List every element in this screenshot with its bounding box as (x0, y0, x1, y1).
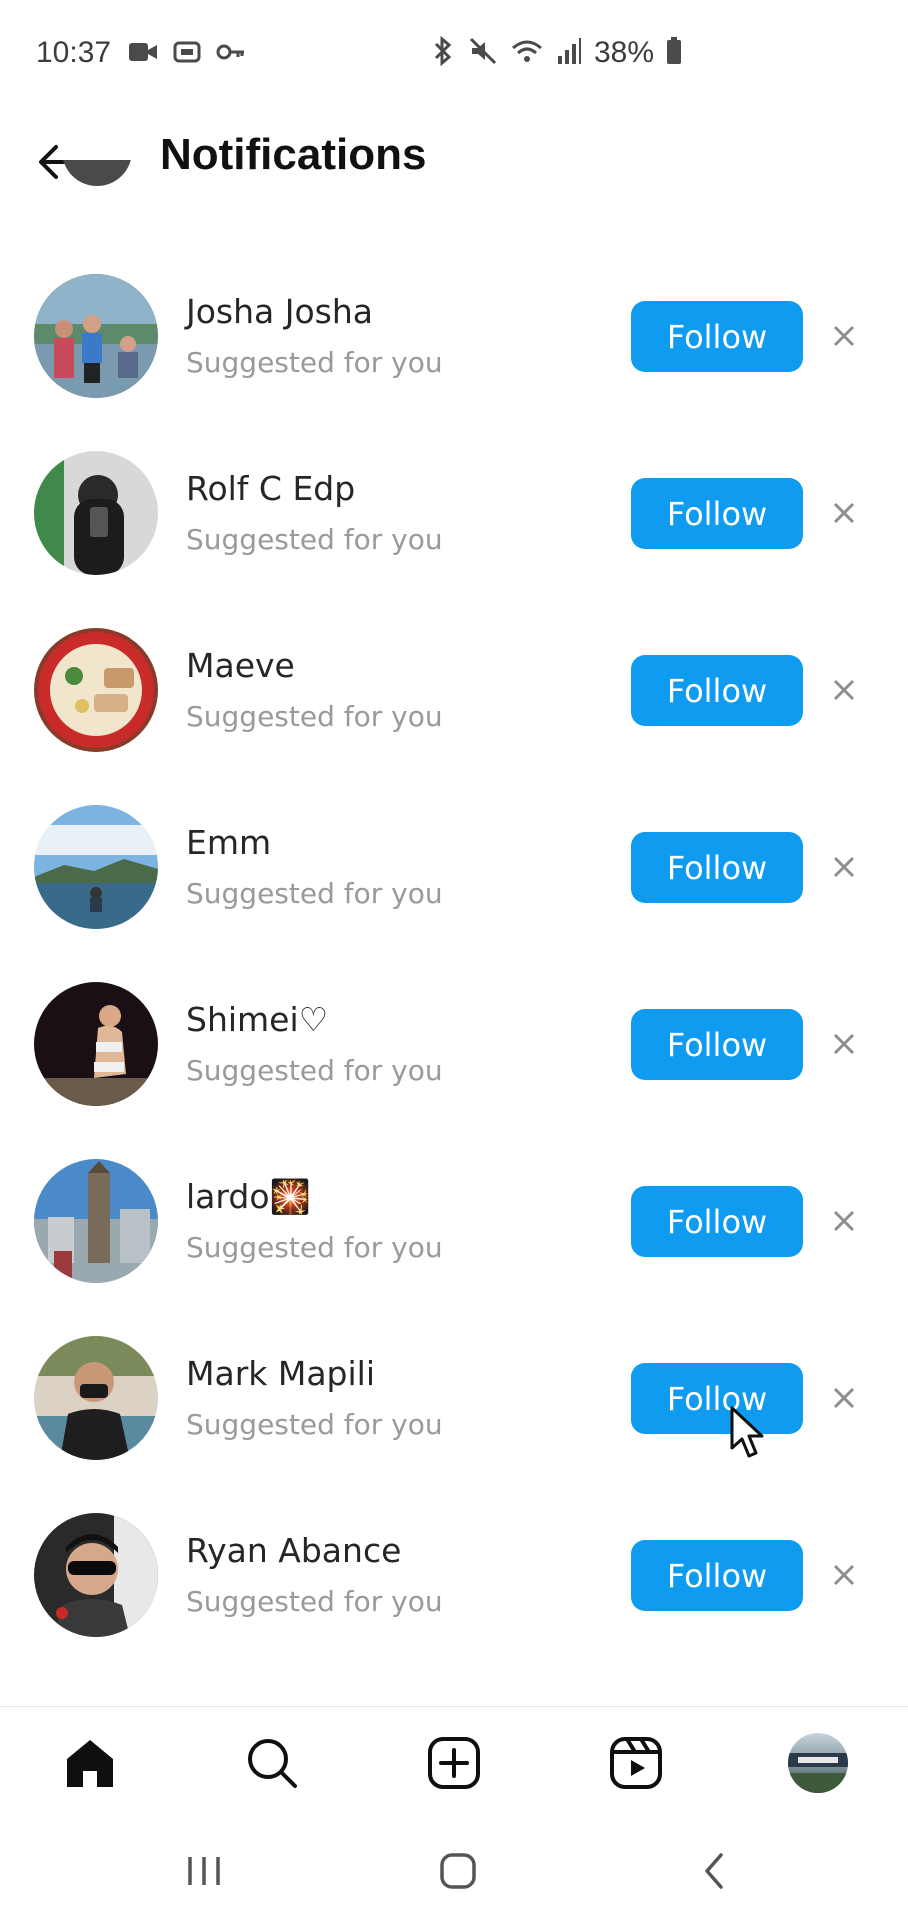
dismiss-button[interactable] (822, 1199, 866, 1243)
list-item[interactable]: Mark Mapili Suggested for you Follow (0, 1336, 908, 1513)
follow-button[interactable]: Follow (631, 1540, 803, 1611)
mouse-cursor-icon (728, 1406, 768, 1462)
avatar[interactable] (34, 451, 158, 575)
dismiss-button[interactable] (822, 491, 866, 535)
dismiss-button[interactable] (822, 1376, 866, 1420)
list-item[interactable]: Emm Suggested for you Follow (0, 805, 908, 982)
user-name: Emm (186, 823, 272, 862)
list-item[interactable]: Maeve Suggested for you Follow (0, 628, 908, 805)
close-icon (833, 679, 855, 701)
video-icon (128, 40, 158, 68)
home-icon (67, 1740, 113, 1787)
avatar[interactable] (34, 982, 158, 1106)
suggestion-subtitle: Suggested for you (186, 523, 443, 556)
avatar[interactable] (34, 1336, 158, 1460)
dismiss-button[interactable] (822, 314, 866, 358)
page-title: Notifications (160, 130, 427, 179)
nav-create[interactable] (424, 1733, 484, 1793)
suggestion-subtitle: Suggested for you (186, 700, 443, 733)
list-item[interactable]: Rolf C Edp Suggested for you Follow (0, 451, 908, 628)
list-item[interactable]: Josha Josha Suggested for you Follow (0, 274, 908, 451)
follow-button[interactable]: Follow (631, 655, 803, 726)
system-back-button[interactable] (684, 1846, 744, 1896)
nav-search[interactable] (242, 1733, 302, 1793)
avatar[interactable] (34, 805, 158, 929)
suggestion-subtitle: Suggested for you (186, 1231, 443, 1264)
cast-icon (172, 40, 202, 68)
user-name: Josha Josha (186, 292, 373, 331)
battery-percent: 38% (594, 36, 655, 69)
profile-avatar[interactable] (788, 1733, 848, 1793)
suggestion-subtitle: Suggested for you (186, 346, 443, 379)
dismiss-button[interactable] (822, 1022, 866, 1066)
wifi-icon (510, 36, 544, 70)
dismiss-button[interactable] (822, 845, 866, 889)
suggestion-subtitle: Suggested for you (186, 1408, 443, 1441)
follow-button[interactable]: Follow (631, 478, 803, 549)
home-button-icon (440, 1853, 476, 1889)
partial-avatar (62, 160, 132, 222)
follow-button[interactable]: Follow (631, 1009, 803, 1080)
close-icon (833, 502, 855, 524)
user-name: lardo🎇 (186, 1177, 311, 1216)
system-nav-bar (0, 1818, 908, 1920)
signal-icon (556, 36, 582, 70)
suggestion-subtitle: Suggested for you (186, 877, 443, 910)
user-name: Ryan Abance (186, 1531, 402, 1570)
list-item[interactable]: Ryan Abance Suggested for you Follow (0, 1513, 908, 1690)
close-icon (833, 1564, 855, 1586)
reels-icon (610, 1737, 662, 1789)
bottom-nav (0, 1706, 908, 1818)
avatar[interactable] (34, 274, 158, 398)
bluetooth-icon (430, 35, 456, 70)
close-icon (833, 1033, 855, 1055)
mute-icon (468, 36, 498, 70)
avatar[interactable] (34, 1159, 158, 1283)
status-bar: 10:37 38% (0, 0, 908, 110)
recents-icon (188, 1857, 220, 1885)
user-name: Maeve (186, 646, 295, 685)
create-icon (428, 1737, 480, 1789)
user-name: Mark Mapili (186, 1354, 376, 1393)
dismiss-button[interactable] (822, 668, 866, 712)
back-icon (705, 1853, 723, 1889)
list-item[interactable]: lardo🎇 Suggested for you Follow (0, 1159, 908, 1336)
status-time: 10:37 (36, 36, 112, 69)
nav-home[interactable] (60, 1733, 120, 1793)
battery-icon (666, 36, 682, 70)
avatar[interactable] (34, 628, 158, 752)
follow-button[interactable]: Follow (631, 1363, 803, 1434)
nav-reels[interactable] (606, 1733, 666, 1793)
user-name: Rolf C Edp (186, 469, 356, 508)
key-icon (216, 40, 246, 68)
follow-button[interactable]: Follow (631, 832, 803, 903)
dismiss-button[interactable] (822, 1553, 866, 1597)
user-name: Shimei♡ (186, 1000, 329, 1039)
close-icon (833, 325, 855, 347)
header: Notifications (0, 110, 908, 210)
close-icon (833, 856, 855, 878)
suggestion-list: Josha Josha Suggested for you Follow Rol… (0, 274, 908, 1690)
recents-button[interactable] (174, 1846, 234, 1896)
follow-button[interactable]: Follow (631, 1186, 803, 1257)
list-item[interactable]: Shimei♡ Suggested for you Follow (0, 982, 908, 1159)
home-button[interactable] (428, 1846, 488, 1896)
close-icon (833, 1210, 855, 1232)
avatar[interactable] (34, 1513, 158, 1637)
close-icon (833, 1387, 855, 1409)
suggestion-subtitle: Suggested for you (186, 1054, 443, 1087)
search-icon (248, 1739, 297, 1788)
follow-button[interactable]: Follow (631, 301, 803, 372)
suggestion-subtitle: Suggested for you (186, 1585, 443, 1618)
